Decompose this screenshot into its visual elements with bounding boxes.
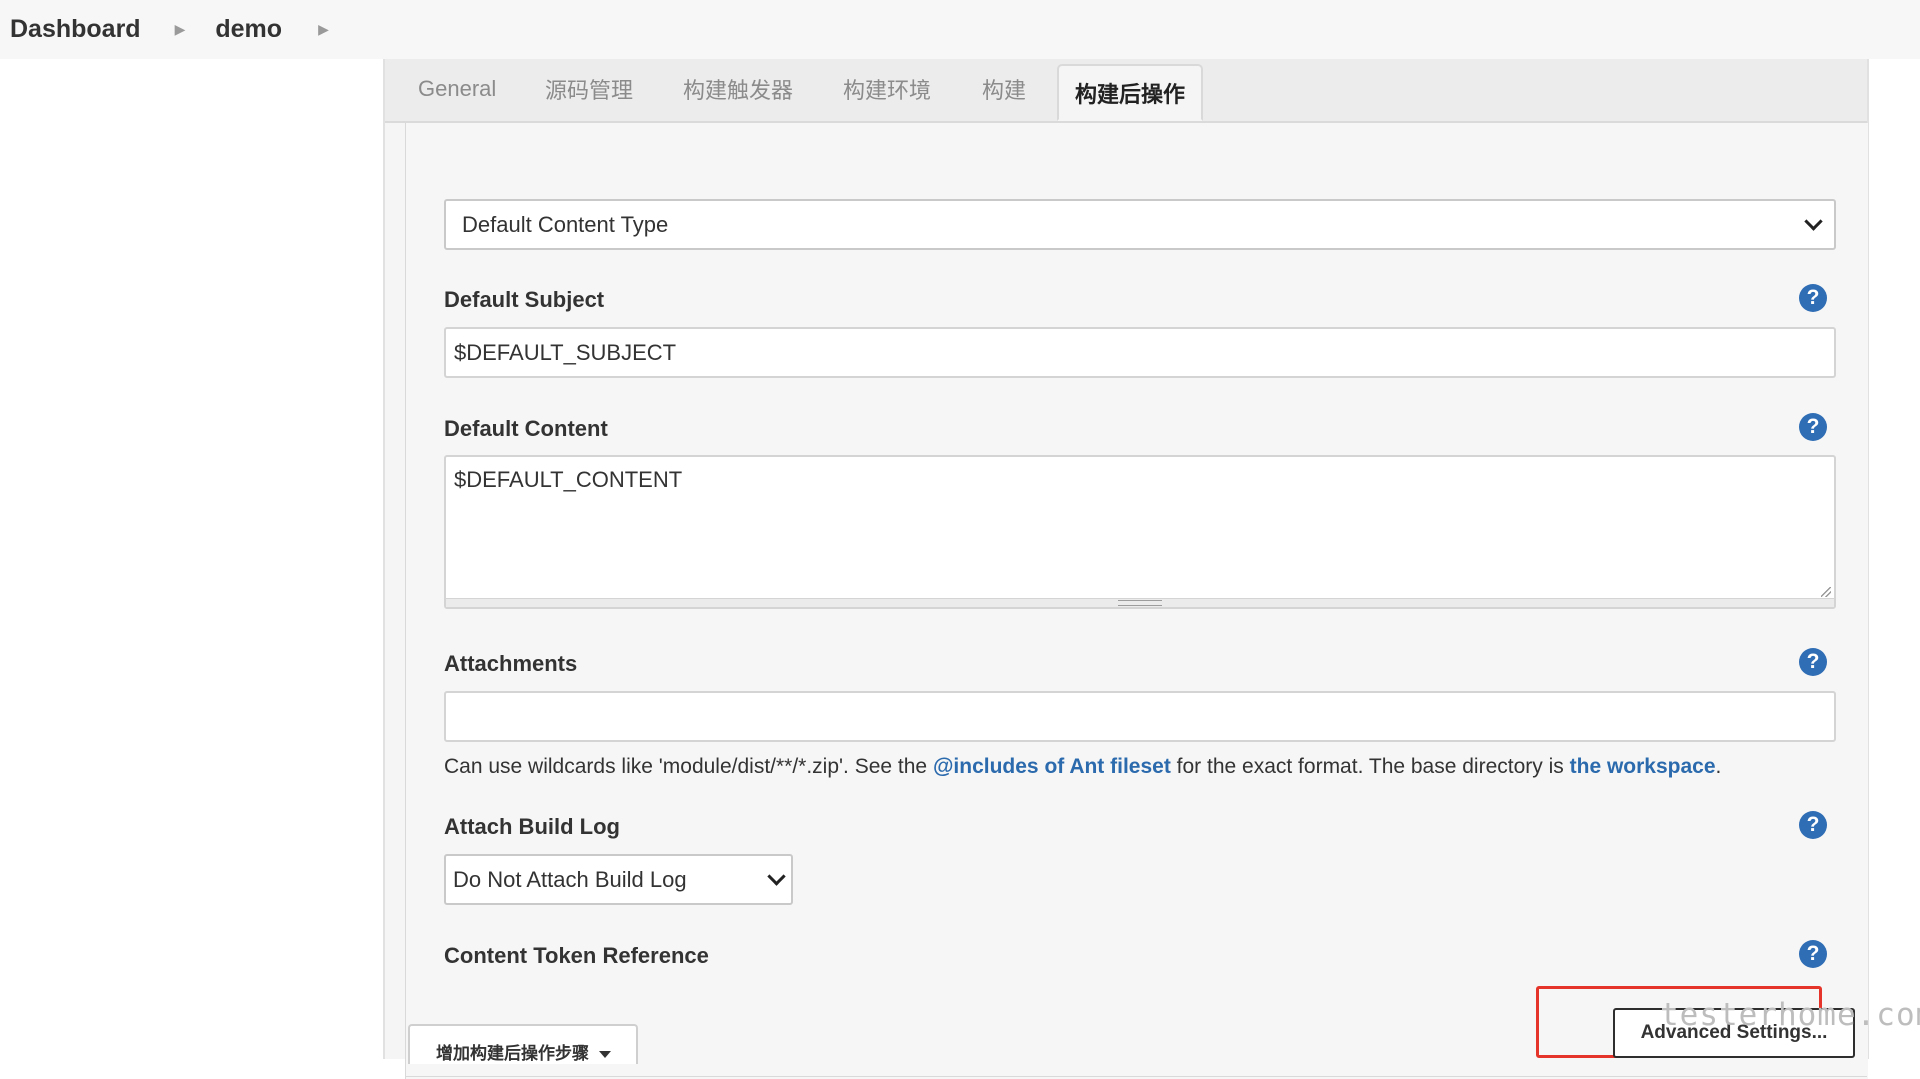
attach-build-log-select[interactable]: Do Not Attach Build Log [444,854,793,905]
hint-text: for the exact format. The base directory… [1170,755,1570,778]
chevron-right-icon[interactable]: ▶ [318,21,329,38]
breadcrumb-dashboard[interactable]: Dashboard [10,15,141,44]
help-icon[interactable]: ? [1799,284,1827,312]
default-subject-input[interactable] [444,327,1836,378]
help-icon[interactable]: ? [1799,811,1827,839]
attach-build-log-label: Attach Build Log [444,814,620,839]
attachments-label: Attachments [444,651,578,676]
tab-build-environment[interactable]: 构建环境 [843,59,931,119]
content-type-value: Default Content Type [462,211,669,237]
hint-text: Can use wildcards like 'module/dist/**/*… [444,755,933,778]
default-content-label: Default Content [444,416,608,441]
help-icon[interactable]: ? [1799,413,1827,441]
help-icon[interactable]: ? [1799,648,1827,676]
hint-text: . [1715,755,1722,778]
attach-build-log-value: Do Not Attach Build Log [453,866,687,892]
content-token-reference-label: Content Token Reference [444,943,709,968]
workspace-link[interactable]: the workspace [1570,755,1716,778]
attachments-input[interactable] [444,691,1836,742]
post-build-section: Default Content Type Default Subject ? D… [405,123,1868,1079]
section-divider [405,1076,1867,1077]
help-icon[interactable]: ? [1799,940,1827,968]
caret-down-icon [599,1051,611,1058]
grip-icon [1118,600,1162,606]
chevron-down-icon [1804,212,1823,231]
tab-source-code-management[interactable]: 源码管理 [545,59,633,119]
default-content-box: $DEFAULT_CONTENT [444,455,1836,609]
add-post-build-step-label: 增加构建后操作步骤 [436,1044,589,1063]
tab-general[interactable]: General [418,59,496,119]
tab-build[interactable]: 构建 [982,59,1026,119]
breadcrumb-demo[interactable]: demo [215,15,282,44]
add-post-build-step-button[interactable]: 增加构建后操作步骤 [408,1024,638,1064]
breadcrumb: Dashboard ▶ demo ▶ [0,0,1920,59]
tab-build-triggers[interactable]: 构建触发器 [683,59,793,119]
content-type-select[interactable]: Default Content Type [444,199,1836,250]
config-tabbar: General 源码管理 构建触发器 构建环境 构建 构建后操作 [385,59,1867,123]
chevron-right-icon: ▶ [174,21,186,37]
attachments-hint: Can use wildcards like 'module/dist/**/*… [444,755,1721,779]
tab-post-build-actions[interactable]: 构建后操作 [1057,64,1204,121]
textarea-drag-bar[interactable] [446,598,1834,607]
ant-fileset-link[interactable]: @includes of Ant fileset [933,755,1171,778]
default-content-textarea[interactable]: $DEFAULT_CONTENT [446,457,1834,601]
watermark: testerhome.com [1660,997,1920,1033]
chevron-down-icon [767,867,786,886]
resize-handle-icon[interactable] [1821,587,1831,597]
default-subject-label: Default Subject [444,287,605,312]
job-config-panel: General 源码管理 构建触发器 构建环境 构建 构建后操作 Default… [383,59,1869,1079]
